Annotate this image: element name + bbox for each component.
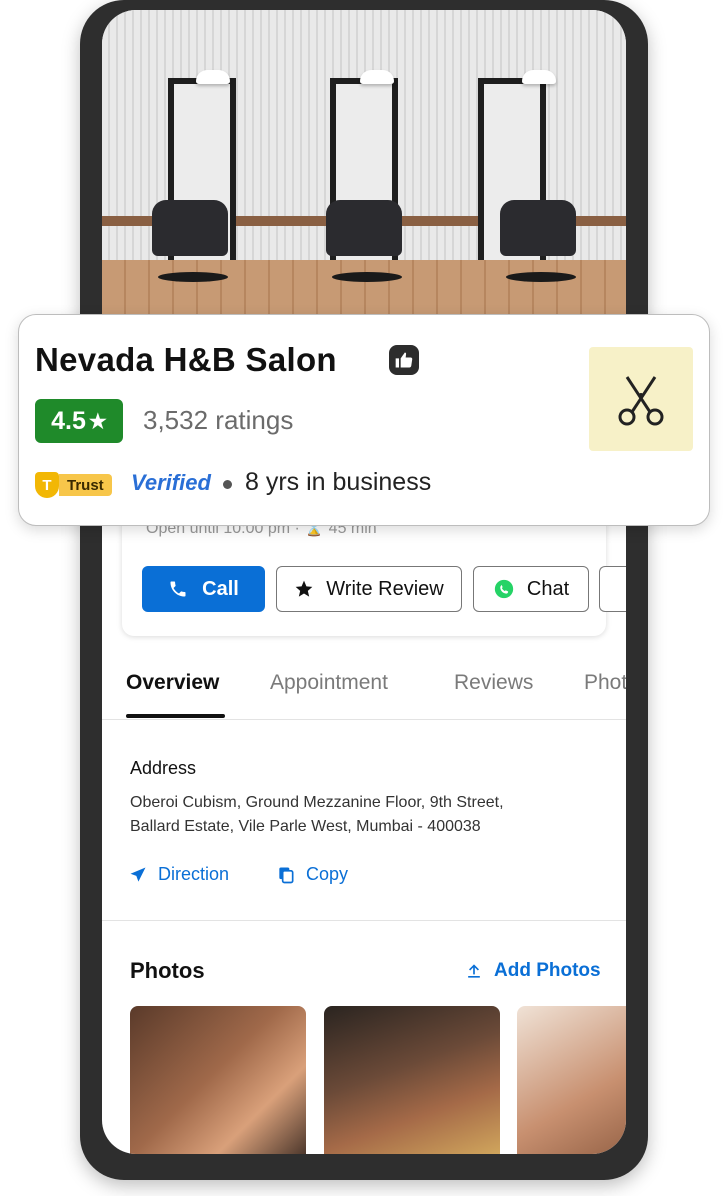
add-photos-label: Add Photos [494, 960, 601, 981]
chair-base [158, 272, 228, 282]
address-line-1: Oberoi Cubism, Ground Mezzanine Floor, 9… [130, 794, 504, 811]
tab-active-indicator [126, 714, 225, 718]
lamp [196, 70, 230, 84]
tab-reviews[interactable]: Reviews [454, 671, 533, 695]
salon-hero-image [102, 10, 626, 320]
business-name: Nevada H&B Salon [35, 341, 337, 378]
verified-label: Verified [131, 470, 211, 495]
lamp [360, 70, 394, 84]
trust-badge: T Trust [35, 471, 112, 499]
copy-link[interactable]: Copy [276, 864, 348, 885]
years-in-business: 8 yrs in business [245, 468, 432, 496]
rating-badge: 4.5 ★ [35, 399, 123, 443]
copy-icon [279, 867, 294, 883]
phone-icon [170, 581, 186, 597]
tab-photos[interactable]: Photos [584, 671, 626, 695]
direction-link[interactable]: Direction [128, 864, 229, 885]
rating-star-icon: ★ [88, 410, 107, 433]
trust-shield-icon: T [35, 472, 59, 498]
rating-value: 4.5 [51, 406, 86, 435]
business-logo [589, 347, 693, 451]
call-button[interactable]: Call [142, 566, 265, 612]
photo-thumbnail[interactable] [130, 1006, 306, 1154]
chat-label: Chat [526, 577, 570, 600]
salon-chair [152, 200, 228, 256]
whatsapp-icon [494, 579, 514, 599]
write-review-button[interactable]: Write Review [276, 566, 462, 612]
chat-button[interactable]: Chat [473, 566, 589, 612]
separator-dot [223, 480, 232, 489]
chair-base [506, 272, 576, 282]
tab-bar: Overview Appointment Reviews Photos [102, 665, 626, 720]
address-title: Address [130, 758, 197, 778]
scissors-icon [618, 376, 664, 426]
address-line-2: Ballard Estate, Vile Parle West, Mumbai … [130, 818, 481, 835]
photo-thumbnail[interactable] [517, 1006, 626, 1154]
call-label: Call [202, 577, 239, 600]
photo-thumbnail[interactable] [324, 1006, 500, 1154]
more-button[interactable] [599, 566, 626, 612]
copy-label: Copy [306, 864, 349, 884]
trust-label: Trust [59, 474, 112, 496]
photos-title: Photos [130, 958, 205, 983]
lamp [522, 70, 556, 84]
direction-icon [130, 867, 146, 882]
section-divider [102, 920, 626, 921]
app-screen: Open until 10:00 pm · ⌛ 45 min Call Writ… [102, 10, 626, 1154]
salon-chair [326, 200, 402, 256]
tab-overview[interactable]: Overview [126, 671, 219, 695]
add-photos-button[interactable]: Add Photos [464, 960, 601, 982]
direction-label: Direction [158, 864, 230, 884]
business-summary-card: Nevada H&B Salon 4.5 ★ 3,532 ratings T T… [18, 314, 710, 526]
salon-chair [500, 200, 576, 256]
chair-base [332, 272, 402, 282]
thumbs-up-icon [389, 345, 419, 375]
tab-appointment[interactable]: Appointment [270, 671, 388, 695]
upload-icon [468, 964, 480, 978]
rating-count[interactable]: 3,532 ratings [143, 405, 293, 436]
floor [102, 260, 626, 320]
star-icon [295, 580, 313, 597]
write-review-label: Write Review [326, 577, 444, 600]
